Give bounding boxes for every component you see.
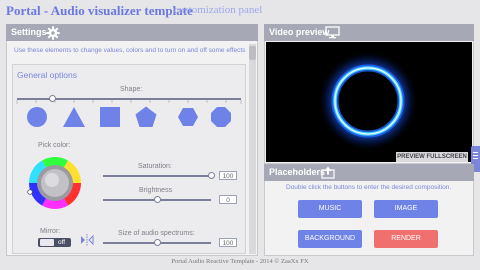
- side-tab-grip: [473, 152, 478, 153]
- mirror-label: Mirror:: [40, 228, 61, 235]
- shape-pentagon-button[interactable]: [135, 106, 157, 128]
- mirror-toggle-handle: [40, 239, 54, 246]
- video-preview-title: Video preview: [269, 27, 330, 37]
- image-button[interactable]: IMAGE: [374, 200, 438, 218]
- settings-title: Settings: [11, 27, 47, 37]
- pick-color-label: Pick color:: [38, 142, 71, 149]
- shape-label: Shape:: [120, 86, 143, 93]
- upload-icon: [321, 166, 335, 179]
- gear-icon[interactable]: [46, 26, 60, 40]
- settings-scrollbar[interactable]: [249, 44, 256, 254]
- brightness-slider-knob[interactable]: [153, 196, 161, 203]
- saturation-input[interactable]: 100: [219, 171, 237, 180]
- music-button[interactable]: MUSIC: [298, 200, 362, 218]
- background-button[interactable]: BACKGROUND: [298, 230, 362, 248]
- portal-ring-preview: [318, 51, 418, 151]
- shape-square-button[interactable]: [100, 107, 120, 127]
- placeholders-header: Placeholders: [264, 164, 474, 181]
- shape-hexagon-button[interactable]: [178, 108, 198, 126]
- color-wheel[interactable]: [26, 154, 84, 212]
- app-title: Portal - Audio visualizer template: [6, 3, 193, 18]
- brightness-input[interactable]: 0: [219, 195, 237, 204]
- spectrum-size-label: Size of audio spectrums:: [118, 230, 195, 237]
- shape-triangle-button[interactable]: [63, 107, 85, 127]
- settings-header: Settings: [6, 24, 258, 41]
- general-options-title: General options: [17, 70, 78, 80]
- mirror-toggle[interactable]: off: [38, 238, 71, 247]
- shape-circle-button[interactable]: [27, 107, 47, 127]
- app-subtitle: customization panel: [174, 4, 263, 16]
- mirror-icon: [81, 234, 94, 246]
- shape-buttons: [27, 106, 231, 128]
- footer-text: Portal Audio Reactive Template - 2014 © …: [171, 258, 309, 265]
- spectrum-size-input[interactable]: 100: [219, 238, 237, 247]
- settings-help-text: Use these elements to change values, col…: [14, 47, 246, 54]
- mirror-toggle-state: off: [58, 239, 66, 246]
- monitor-icon: [325, 26, 340, 39]
- saturation-slider[interactable]: [103, 175, 211, 177]
- settings-scroll-thumb[interactable]: [249, 46, 256, 60]
- preview-fullscreen-button[interactable]: PREVIEW FULLSCREEN: [396, 152, 468, 162]
- placeholders-title: Placeholders: [269, 167, 326, 177]
- spectrum-size-slider-knob[interactable]: [153, 239, 161, 246]
- saturation-label: Saturation:: [138, 163, 172, 170]
- saturation-slider-knob[interactable]: [207, 172, 215, 179]
- shape-octagon-button[interactable]: [211, 107, 231, 127]
- render-button[interactable]: RENDER: [374, 230, 438, 248]
- placeholders-help-text: Double click the buttons to enter the de…: [286, 184, 452, 191]
- video-preview-area[interactable]: [266, 42, 472, 162]
- video-preview-header: Video preview: [264, 24, 474, 41]
- brightness-label: Brightness: [139, 187, 173, 194]
